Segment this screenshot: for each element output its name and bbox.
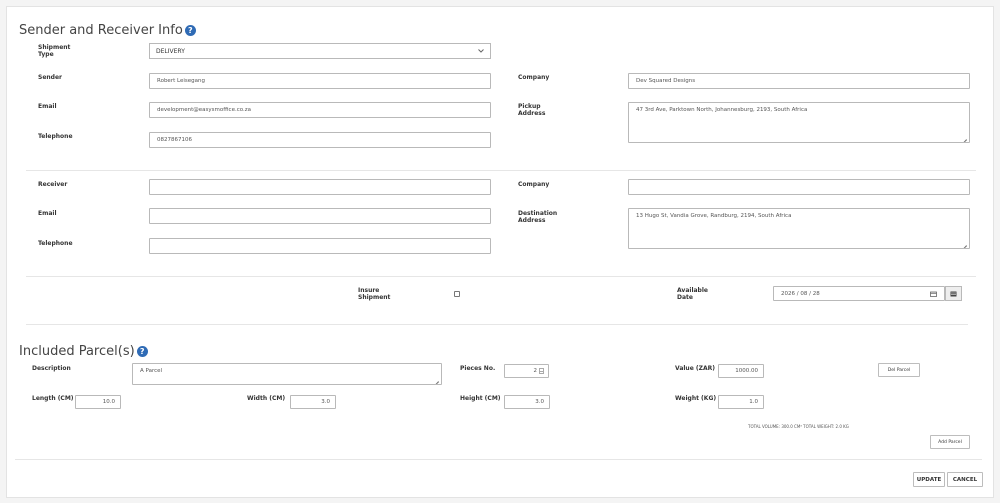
- pieces-value: 2: [533, 368, 538, 374]
- section-title-text: Sender and Receiver Info: [19, 23, 183, 38]
- destination-address-label: Destination Address: [518, 210, 558, 224]
- stepper-icon[interactable]: [539, 368, 544, 374]
- weight-label: Weight (KG): [675, 395, 717, 402]
- question-circle-icon[interactable]: ?: [136, 346, 148, 357]
- section-title-parcels: Included Parcel(s)?: [19, 344, 148, 359]
- insure-shipment-checkbox[interactable]: [454, 291, 460, 297]
- pieces-label: Pieces No.: [460, 365, 496, 372]
- chevron-down-icon: [478, 49, 484, 53]
- calendar-icon[interactable]: [930, 291, 937, 297]
- width-input[interactable]: 3.0: [290, 395, 336, 409]
- totals-text: TOTAL VOLUME: 300.0 CM³ TOTAL WEIGHT: 2.…: [748, 424, 849, 429]
- receiver-email-label: Email: [38, 210, 57, 217]
- sender-company-label: Company: [518, 74, 550, 81]
- height-label: Height (CM): [460, 395, 501, 402]
- resize-handle-icon[interactable]: [962, 241, 967, 246]
- weight-value: 1.0: [749, 399, 758, 405]
- divider: [26, 170, 976, 171]
- destination-address-value: 13 Hugo St, Vandia Grove, Randburg, 2194…: [636, 213, 792, 219]
- receiver-label: Receiver: [38, 181, 68, 188]
- sender-label: Sender: [38, 74, 62, 81]
- calendar-button[interactable]: [945, 286, 962, 301]
- section-title-text: Included Parcel(s): [19, 344, 135, 359]
- length-value: 10.0: [102, 399, 115, 405]
- description-label: Description: [32, 365, 71, 372]
- resize-handle-icon[interactable]: [434, 377, 439, 382]
- sender-input-value: Robert Leisegang: [157, 78, 205, 84]
- update-button[interactable]: UPDATE: [913, 472, 945, 487]
- available-date-input[interactable]: 2026 / 08 / 28: [773, 286, 945, 301]
- add-parcel-button[interactable]: Add Parcel: [930, 435, 970, 449]
- destination-address-textarea[interactable]: 13 Hugo St, Vandia Grove, Randburg, 2194…: [628, 208, 970, 249]
- del-parcel-button[interactable]: Del Parcel: [878, 363, 920, 377]
- value-zar-value: 1000.00: [735, 368, 758, 374]
- sender-email-value: development@easysmoffice.co.za: [157, 107, 252, 113]
- width-label: Width (CM): [247, 395, 286, 402]
- pickup-address-textarea[interactable]: 47 3rd Ave, Parktown North, Johannesburg…: [628, 102, 970, 143]
- available-date-label: Available Date: [677, 287, 708, 301]
- shipment-form-card: Sender and Receiver Info? Shipment Type …: [6, 6, 994, 498]
- sender-email-input[interactable]: development@easysmoffice.co.za: [149, 102, 491, 118]
- receiver-email-input[interactable]: [149, 208, 491, 224]
- divider: [15, 459, 982, 460]
- question-circle-icon[interactable]: ?: [184, 25, 196, 36]
- shipment-type-select[interactable]: DELIVERY: [149, 43, 491, 59]
- resize-handle-icon[interactable]: [962, 135, 967, 140]
- value-zar-input[interactable]: 1000.00: [718, 364, 764, 378]
- length-input[interactable]: 10.0: [75, 395, 121, 409]
- receiver-telephone-input[interactable]: [149, 238, 491, 254]
- shipment-type-label: Shipment Type: [38, 44, 71, 58]
- available-date-value: 2026 / 08 / 28: [781, 290, 820, 297]
- pieces-input[interactable]: 2: [504, 364, 549, 378]
- receiver-company-label: Company: [518, 181, 550, 188]
- weight-input[interactable]: 1.0: [718, 395, 764, 409]
- sender-telephone-label: Telephone: [38, 133, 73, 140]
- section-title-sender-receiver: Sender and Receiver Info?: [19, 23, 196, 38]
- sender-company-value: Dev Squared Designs: [636, 78, 696, 84]
- height-input[interactable]: 3.0: [504, 395, 550, 409]
- height-value: 3.0: [535, 399, 544, 405]
- divider: [26, 324, 968, 325]
- shipment-type-value: DELIVERY: [156, 47, 185, 55]
- value-zar-label: Value (ZAR): [675, 365, 715, 372]
- pickup-address-label: Pickup Address: [518, 103, 546, 117]
- sender-input[interactable]: Robert Leisegang: [149, 73, 491, 89]
- cancel-button[interactable]: CANCEL: [947, 472, 983, 487]
- sender-email-label: Email: [38, 103, 57, 110]
- divider: [26, 276, 976, 277]
- length-label: Length (CM): [32, 395, 74, 402]
- insure-shipment-label: Insure Shipment: [358, 287, 391, 301]
- pickup-address-value: 47 3rd Ave, Parktown North, Johannesburg…: [636, 107, 808, 113]
- receiver-telephone-label: Telephone: [38, 240, 73, 247]
- receiver-company-input[interactable]: [628, 179, 970, 195]
- sender-company-input[interactable]: Dev Squared Designs: [628, 73, 970, 89]
- width-value: 3.0: [321, 399, 330, 405]
- sender-telephone-value: 0827867106: [157, 137, 192, 143]
- description-value: A Parcel: [140, 368, 163, 374]
- description-textarea[interactable]: A Parcel: [132, 363, 442, 385]
- receiver-input[interactable]: [149, 179, 491, 195]
- sender-telephone-input[interactable]: 0827867106: [149, 132, 491, 148]
- calendar-icon: [950, 291, 957, 296]
